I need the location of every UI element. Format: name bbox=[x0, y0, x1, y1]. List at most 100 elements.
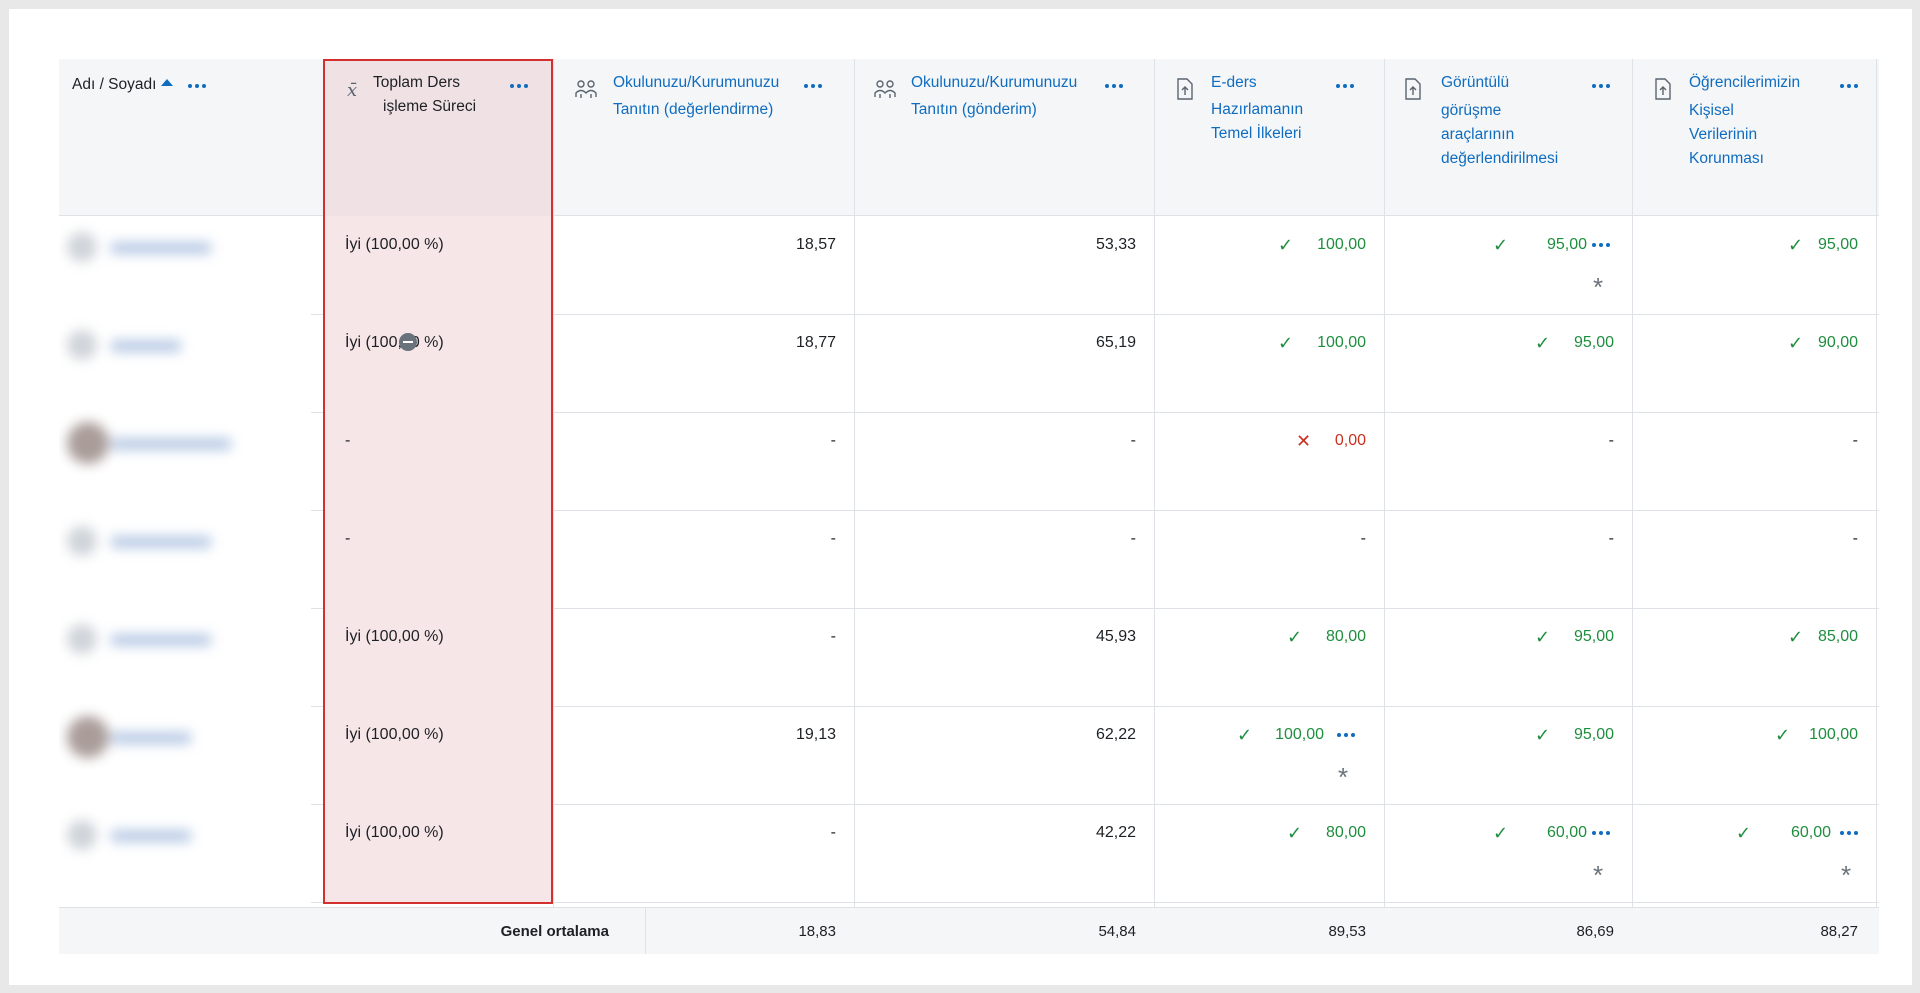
total-column-menu-button[interactable] bbox=[508, 81, 530, 91]
grade-cell[interactable]: - bbox=[553, 804, 854, 902]
grade-cell[interactable]: - bbox=[1154, 510, 1384, 608]
grade-cell[interactable]: 65,19 bbox=[854, 314, 1154, 412]
workshop-icon bbox=[874, 80, 896, 98]
col3-title-link-line2[interactable]: Hazırlamanın bbox=[1211, 98, 1303, 122]
student-name-blurred[interactable] bbox=[67, 820, 237, 850]
col1-title-link[interactable]: Okulunuzu/Kurumunuzu bbox=[613, 71, 779, 95]
col5-title-link[interactable]: Öğrencilerimizin bbox=[1689, 71, 1800, 95]
grade-value: 85,00 bbox=[1817, 628, 1858, 645]
total-value: İyi (100,00 %) bbox=[345, 726, 444, 743]
col2-menu-button[interactable] bbox=[1103, 81, 1125, 91]
grade-cell[interactable]: - bbox=[854, 412, 1154, 510]
name-column-menu-button[interactable] bbox=[186, 81, 208, 91]
grade-cell[interactable]: ✓ 60,00 * bbox=[1632, 804, 1876, 902]
grade-value: 18,57 bbox=[795, 236, 836, 253]
grade-cell[interactable]: ✓ 100,00 bbox=[1632, 706, 1876, 804]
student-name-blurred[interactable] bbox=[67, 624, 237, 654]
grade-cell[interactable]: ✓ 85,00 bbox=[1632, 608, 1876, 706]
total-value: İyi (100,00 %) bbox=[345, 236, 444, 253]
grade-value: - bbox=[830, 628, 836, 645]
grade-cell[interactable]: ✓ 60,00 * bbox=[1384, 804, 1632, 902]
grade-cell[interactable]: ✓ 95,00 bbox=[1384, 706, 1632, 804]
col1-menu-button[interactable] bbox=[802, 81, 824, 91]
grade-cell[interactable]: ✓ 100,00 bbox=[1154, 314, 1384, 412]
grade-cell[interactable]: ✓ 100,00 bbox=[1154, 216, 1384, 314]
grade-value: - bbox=[1608, 530, 1614, 547]
sort-ascending-icon bbox=[161, 79, 174, 86]
grade-cell[interactable]: - bbox=[553, 608, 854, 706]
grade-cell[interactable]: 18,77 bbox=[553, 314, 854, 412]
total-value: İyi (100,00 %) bbox=[345, 334, 444, 351]
grade-cell[interactable]: ✓ 95,00 bbox=[1384, 314, 1632, 412]
col2-title-link[interactable]: Okulunuzu/Kurumunuzu bbox=[911, 71, 1077, 95]
total-cell[interactable]: İyi (100,00 %) bbox=[323, 216, 553, 314]
col5-title-link-line2[interactable]: Kişisel bbox=[1689, 99, 1734, 123]
grade-cell[interactable]: ✓ 80,00 bbox=[1154, 804, 1384, 902]
col4-title-link-line2[interactable]: görüşme bbox=[1441, 99, 1501, 123]
grade-cell[interactable]: - bbox=[553, 510, 854, 608]
grade-value: - bbox=[1608, 432, 1614, 449]
grade-cell[interactable]: 19,13 bbox=[553, 706, 854, 804]
col4-title-link[interactable]: Görüntülü bbox=[1441, 71, 1509, 95]
grade-cell[interactable]: 53,33 bbox=[854, 216, 1154, 314]
grade-cell[interactable]: ✓ 95,00 * bbox=[1384, 216, 1632, 314]
grade-cell[interactable]: - bbox=[1632, 412, 1876, 510]
sort-by-name-link[interactable]: Adı / Soyadı bbox=[72, 73, 174, 97]
col2-title-link-line2[interactable]: Tanıtın (gönderim) bbox=[911, 98, 1037, 122]
grade-cell[interactable]: ✓ 100,00 * bbox=[1154, 706, 1384, 804]
total-cell[interactable]: İyi (100,00 %) bbox=[323, 608, 553, 706]
grade-cell[interactable]: ✓ 95,00 bbox=[1632, 216, 1876, 314]
col1-title-link-line2[interactable]: Tanıtın (değerlendirme) bbox=[613, 98, 773, 122]
grade-cell[interactable]: 18,57 bbox=[553, 216, 854, 314]
grade-cell[interactable]: - bbox=[1384, 412, 1632, 510]
student-name-blurred[interactable] bbox=[67, 526, 237, 556]
cell-menu-button[interactable] bbox=[1590, 828, 1612, 838]
grade-value: - bbox=[1130, 432, 1136, 449]
student-name-blurred[interactable] bbox=[67, 330, 237, 360]
total-cell[interactable]: - bbox=[323, 510, 553, 608]
col3-title-link-line3[interactable]: Temel İlkeleri bbox=[1211, 122, 1301, 146]
col5-title-link-line4[interactable]: Korunması bbox=[1689, 147, 1764, 171]
asterisk-icon: * bbox=[1593, 860, 1604, 890]
grade-cell[interactable]: ✕ 0,00 bbox=[1154, 412, 1384, 510]
grade-cell[interactable]: - bbox=[1384, 510, 1632, 608]
grade-cell[interactable]: ✓ 80,00 bbox=[1154, 608, 1384, 706]
grade-cell[interactable]: - bbox=[854, 510, 1154, 608]
average-value: 86,69 bbox=[1576, 923, 1614, 940]
cell-menu-button[interactable] bbox=[1335, 730, 1357, 740]
col3-title-link[interactable]: E-ders bbox=[1211, 71, 1257, 95]
col5-title-link-line3[interactable]: Verilerinin bbox=[1689, 123, 1757, 147]
grade-value: 95,00 bbox=[1573, 334, 1614, 351]
grade-value: 19,13 bbox=[795, 726, 836, 743]
grade-cell[interactable]: ✓ 90,00 bbox=[1632, 314, 1876, 412]
col4-title-link-line4[interactable]: değerlendirilmesi bbox=[1441, 147, 1558, 171]
grade-cell[interactable]: - bbox=[553, 412, 854, 510]
cross-icon: ✕ bbox=[1296, 431, 1312, 451]
total-cell[interactable]: İyi (100,00 %) bbox=[323, 804, 553, 902]
check-icon: ✓ bbox=[1287, 823, 1303, 843]
cell-menu-button[interactable] bbox=[1838, 828, 1860, 838]
col4-menu-button[interactable] bbox=[1590, 81, 1612, 91]
total-column-title-line2: işleme Süreci bbox=[383, 98, 477, 115]
student-name-blurred[interactable] bbox=[67, 422, 237, 464]
student-name-blurred[interactable] bbox=[67, 232, 237, 262]
grade-cell[interactable]: - bbox=[1632, 510, 1876, 608]
total-cell[interactable]: İyi (100,00 %) bbox=[323, 706, 553, 804]
check-icon: ✓ bbox=[1535, 725, 1551, 745]
col5-menu-button[interactable] bbox=[1838, 81, 1860, 91]
cell-menu-button[interactable] bbox=[1590, 240, 1612, 250]
total-cell[interactable]: - bbox=[323, 412, 553, 510]
total-value: İyi (100,00 %) bbox=[345, 628, 444, 645]
check-icon: ✓ bbox=[1788, 333, 1804, 353]
student-name-blurred[interactable] bbox=[67, 716, 237, 758]
grade-value: 100,00 bbox=[1809, 726, 1858, 743]
check-icon: ✓ bbox=[1287, 627, 1303, 647]
col3-menu-button[interactable] bbox=[1334, 81, 1356, 91]
grade-cell[interactable]: 45,93 bbox=[854, 608, 1154, 706]
grade-cell[interactable]: 62,22 bbox=[854, 706, 1154, 804]
col4-title-link-line3[interactable]: araçlarının bbox=[1441, 123, 1514, 147]
grade-cell[interactable]: ✓ 95,00 bbox=[1384, 608, 1632, 706]
total-cell[interactable]: İyi (100,00 %) bbox=[323, 314, 553, 412]
header-name-column[interactable]: Adı / Soyadı bbox=[59, 59, 323, 216]
grade-cell[interactable]: 42,22 bbox=[854, 804, 1154, 902]
